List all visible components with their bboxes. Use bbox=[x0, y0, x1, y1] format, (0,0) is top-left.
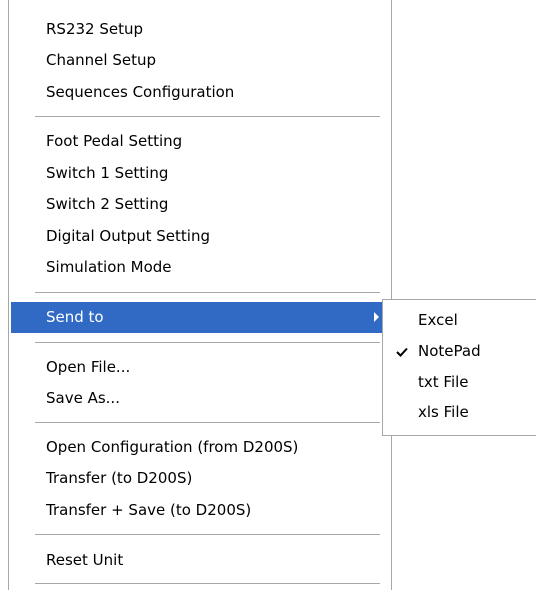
menu-item-save-as[interactable]: Save As... bbox=[11, 383, 389, 414]
menu-separator bbox=[35, 422, 380, 423]
menu-item-rs232-setup[interactable]: RS232 Setup bbox=[11, 14, 389, 45]
menu-separator bbox=[35, 342, 380, 343]
chevron-right-icon bbox=[374, 312, 379, 322]
menu-item-sequences-configuration[interactable]: Sequences Configuration bbox=[11, 77, 389, 108]
menu-item-reset-unit[interactable]: Reset Unit bbox=[11, 545, 389, 576]
menu-item-switch-1-setting[interactable]: Switch 1 Setting bbox=[11, 158, 389, 189]
context-menu: RS232 Setup Channel Setup Sequences Conf… bbox=[8, 0, 392, 590]
submenu-item-txt-file[interactable]: txt File bbox=[384, 367, 536, 398]
menu-item-digital-output-setting[interactable]: Digital Output Setting bbox=[11, 221, 389, 252]
send-to-submenu: Excel NotePad txt File xls File bbox=[382, 299, 536, 436]
submenu-item-label: NotePad bbox=[418, 342, 481, 360]
menu-item-channel-setup[interactable]: Channel Setup bbox=[11, 45, 389, 76]
checkmark-icon bbox=[396, 347, 408, 357]
menu-separator bbox=[35, 292, 380, 293]
menu-item-send-to[interactable]: Send to bbox=[11, 302, 389, 333]
submenu-item-excel[interactable]: Excel bbox=[384, 305, 536, 336]
menu-item-transfer[interactable]: Transfer (to D200S) bbox=[11, 463, 389, 494]
menu-separator bbox=[35, 583, 380, 584]
menu-item-open-file[interactable]: Open File... bbox=[11, 352, 389, 383]
menu-item-simulation-mode[interactable]: Simulation Mode bbox=[11, 252, 389, 283]
menu-item-transfer-save[interactable]: Transfer + Save (to D200S) bbox=[11, 495, 389, 526]
submenu-item-notepad[interactable]: NotePad bbox=[384, 336, 536, 367]
menu-item-foot-pedal-setting[interactable]: Foot Pedal Setting bbox=[11, 126, 389, 157]
menu-item-label: Send to bbox=[46, 308, 104, 326]
menu-separator bbox=[35, 534, 380, 535]
menu-item-open-configuration[interactable]: Open Configuration (from D200S) bbox=[11, 432, 389, 463]
menu-item-switch-2-setting[interactable]: Switch 2 Setting bbox=[11, 189, 389, 220]
submenu-item-xls-file[interactable]: xls File bbox=[384, 397, 536, 428]
menu-separator bbox=[35, 116, 380, 117]
